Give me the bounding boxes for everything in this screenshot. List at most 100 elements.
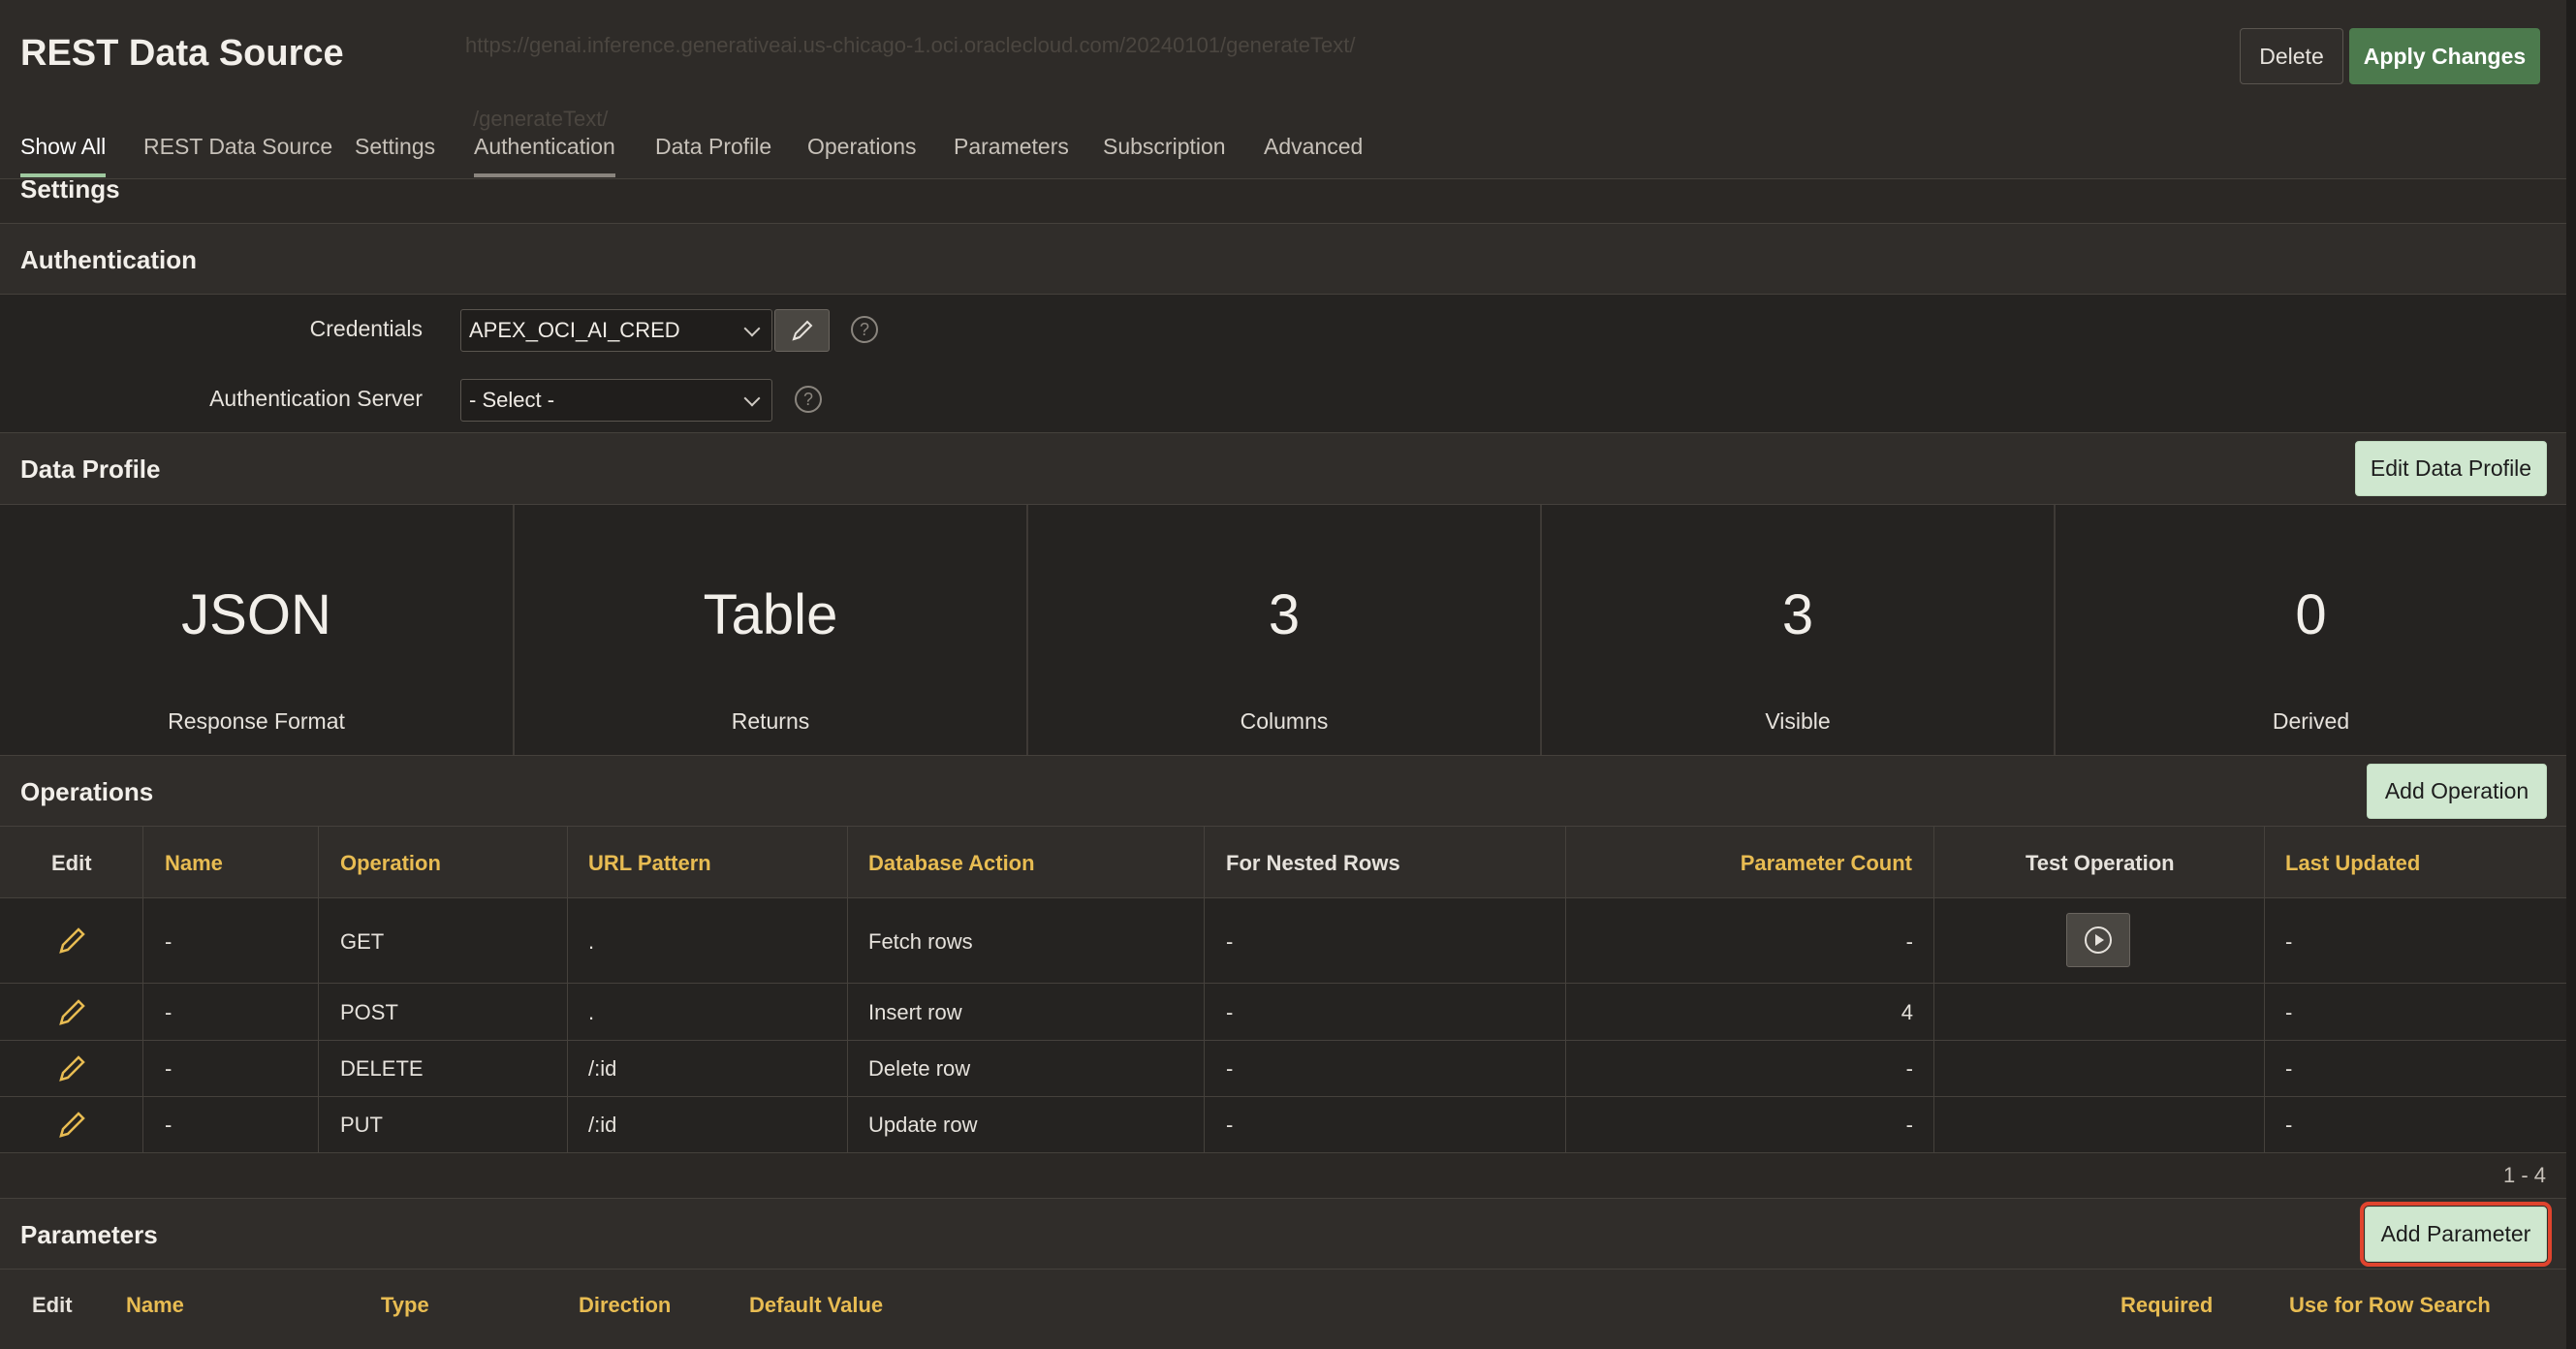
tab-settings[interactable]: Settings [355, 134, 435, 173]
col-name[interactable]: Name [165, 851, 223, 876]
stat-returns: Table Returns [515, 505, 1028, 755]
col-divider [2264, 827, 2265, 1153]
col-database-action[interactable]: Database Action [868, 851, 1035, 876]
credentials-help-icon[interactable]: ? [851, 316, 878, 343]
row-action: Insert row [868, 1000, 962, 1024]
row-nested: - [1226, 1113, 1234, 1137]
col-edit: Edit [51, 851, 92, 875]
play-circle-icon [2085, 926, 2112, 954]
auth-server-select[interactable]: - Select - [460, 379, 772, 422]
row-count: - [1905, 929, 1913, 954]
row-nested: - [1226, 1056, 1234, 1081]
credentials-select[interactable]: APEX_OCI_AI_CRED [460, 309, 772, 352]
col-required[interactable]: Required [2120, 1293, 2213, 1318]
stat-derived: 0 Derived [2056, 505, 2566, 755]
add-parameter-button[interactable]: Add Parameter [2360, 1202, 2552, 1267]
col-divider [1565, 827, 1566, 1153]
row-name: - [165, 929, 173, 954]
tab-rest-data-source[interactable]: REST Data Source [143, 134, 332, 173]
tab-authentication[interactable]: Authentication [474, 134, 615, 177]
col-operation[interactable]: Operation [340, 851, 441, 876]
stat-value: 0 [2295, 583, 2327, 646]
operations-table-body [0, 898, 2566, 1153]
tab-data-profile[interactable]: Data Profile [655, 134, 771, 173]
col-last-updated[interactable]: Last Updated [2285, 851, 2420, 876]
col-parameter-count[interactable]: Parameter Count [1741, 851, 1912, 876]
edit-row-pencil-icon[interactable] [54, 1051, 89, 1085]
col-divider [567, 827, 568, 1153]
col-name[interactable]: Name [126, 1293, 184, 1318]
settings-region-peek: Settings [0, 180, 2566, 223]
col-url-pattern[interactable]: URL Pattern [588, 851, 711, 876]
row-operation: DELETE [340, 1056, 424, 1081]
chevron-down-icon [743, 320, 761, 337]
stat-value: JSON [181, 583, 331, 646]
region-tabs: Show All REST Data Source Settings Authe… [0, 126, 2576, 180]
auth-server-help-icon[interactable]: ? [795, 386, 822, 413]
col-for-nested-rows: For Nested Rows [1226, 851, 1400, 875]
row-count: - [1905, 1056, 1913, 1081]
authentication-region-body: Credentials APEX_OCI_AI_CRED ? Authentic… [0, 295, 2566, 432]
pencil-icon [791, 320, 812, 341]
col-edit: Edit [32, 1293, 73, 1317]
row-nested: - [1226, 929, 1234, 954]
row-count: 4 [1901, 1000, 1913, 1024]
row-name: - [165, 1113, 173, 1137]
col-default-value[interactable]: Default Value [749, 1293, 883, 1318]
row-operation: GET [340, 929, 385, 954]
tab-show-all[interactable]: Show All [20, 134, 107, 177]
authentication-region-header: Authentication [0, 223, 2566, 295]
col-divider [1204, 827, 1205, 1153]
edit-row-pencil-icon[interactable] [54, 1107, 89, 1142]
row-divider [0, 1096, 2566, 1097]
row-divider [0, 983, 2566, 984]
tab-operations[interactable]: Operations [807, 134, 917, 173]
tab-parameters[interactable]: Parameters [954, 134, 1069, 173]
col-direction[interactable]: Direction [579, 1293, 671, 1318]
col-type[interactable]: Type [381, 1293, 429, 1318]
col-divider [318, 827, 319, 1153]
stat-label: Returns [731, 708, 810, 734]
row-count: - [1905, 1113, 1913, 1137]
test-operation-button[interactable] [2066, 913, 2130, 967]
edit-data-profile-button[interactable]: Edit Data Profile [2355, 441, 2547, 496]
edit-credentials-button[interactable] [774, 309, 830, 352]
row-operation: PUT [340, 1113, 383, 1137]
row-url: . [588, 929, 595, 954]
delete-button[interactable]: Delete [2240, 28, 2343, 84]
row-action: Delete row [868, 1056, 971, 1081]
stat-label: Columns [1240, 708, 1329, 734]
tab-subscription[interactable]: Subscription [1103, 134, 1226, 173]
operations-table-header: Edit Name Operation URL Pattern Database… [0, 827, 2566, 898]
stat-columns: 3 Columns [1028, 505, 1542, 755]
col-test-operation: Test Operation [2026, 851, 2175, 875]
credentials-label: Credentials [309, 316, 423, 341]
edit-row-pencil-icon[interactable] [54, 923, 89, 957]
stat-label: Response Format [168, 708, 345, 734]
parameters-region-header: Parameters Add Parameter [0, 1198, 2566, 1270]
row-name: - [165, 1056, 173, 1081]
tab-advanced[interactable]: Advanced [1264, 134, 1363, 173]
scrollbar-track[interactable] [2566, 0, 2576, 1349]
parameters-table-header: Edit Name Type Direction Default Value R… [0, 1270, 2566, 1349]
stat-value: 3 [1268, 583, 1301, 646]
settings-region-title: Settings [20, 180, 120, 204]
row-updated: - [2285, 1000, 2293, 1024]
row-operation: POST [340, 1000, 398, 1024]
col-divider [142, 827, 143, 1153]
authentication-title: Authentication [20, 245, 197, 274]
row-url: /:id [588, 1113, 617, 1137]
operations-title: Operations [20, 777, 154, 806]
row-url: . [588, 1000, 595, 1024]
parameters-title: Parameters [20, 1220, 158, 1249]
apply-changes-button[interactable]: Apply Changes [2349, 28, 2540, 84]
edit-row-pencil-icon[interactable] [54, 994, 89, 1029]
row-updated: - [2285, 929, 2293, 954]
add-operation-button[interactable]: Add Operation [2367, 764, 2547, 819]
row-divider [0, 1040, 2566, 1041]
col-use-for-row-search[interactable]: Use for Row Search [2289, 1293, 2491, 1318]
pagination-text: 1 - 4 [2502, 1163, 2546, 1187]
col-divider [847, 827, 848, 1153]
row-nested: - [1226, 1000, 1234, 1024]
row-updated: - [2285, 1056, 2293, 1081]
